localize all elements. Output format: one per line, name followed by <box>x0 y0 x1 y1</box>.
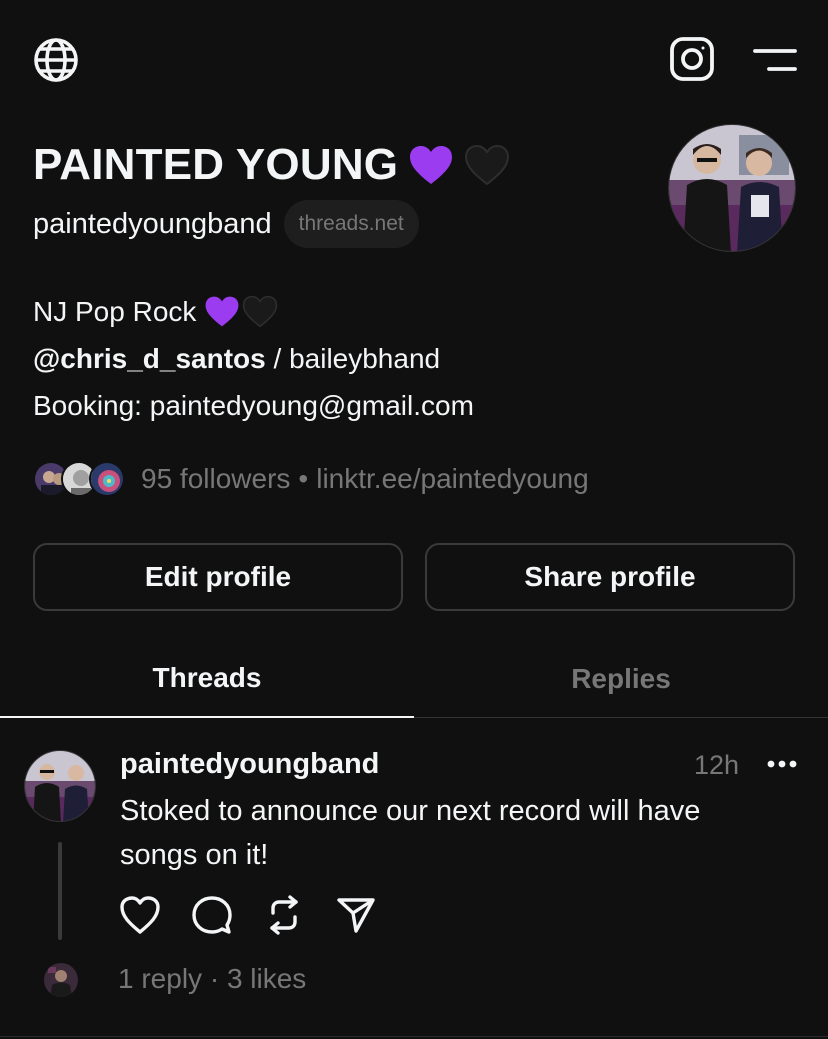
post-stats: 1 reply · 3 likes <box>118 963 306 995</box>
profile-avatar[interactable] <box>668 124 796 252</box>
bio: NJ Pop Rock @chris_d_santos / baileybhan… <box>33 288 474 429</box>
globe-icon[interactable] <box>32 36 80 84</box>
profile-name-text: PAINTED YOUNG <box>33 140 399 189</box>
profile-name: PAINTED YOUNG <box>33 140 510 190</box>
like-icon[interactable] <box>118 893 162 937</box>
reply-count[interactable]: 1 reply <box>118 963 202 994</box>
tab-threads[interactable]: Threads <box>0 640 414 718</box>
post-author-avatar[interactable] <box>24 750 96 822</box>
edit-profile-button[interactable]: Edit profile <box>33 543 403 611</box>
profile-link[interactable]: linktr.ee/paintedyoung <box>316 463 588 494</box>
black-heart-emoji <box>243 295 278 328</box>
followers-row[interactable]: 95 followers • linktr.ee/paintedyoung <box>33 458 589 500</box>
follower-avatar <box>89 461 125 497</box>
like-count[interactable]: 3 likes <box>227 963 306 994</box>
post-text: Stoked to announce our next record will … <box>120 795 701 871</box>
followers-separator: • <box>298 463 309 494</box>
menu-icon[interactable] <box>752 40 798 80</box>
post-actions <box>118 893 378 937</box>
share-icon[interactable] <box>334 893 378 937</box>
post-timestamp: 12h <box>694 750 740 780</box>
username-row: paintedyoungband threads.net <box>33 200 419 248</box>
more-options-icon[interactable] <box>762 748 802 780</box>
comment-icon[interactable] <box>190 893 234 937</box>
followers-text: 95 followers • linktr.ee/paintedyoung <box>141 463 589 495</box>
bio-booking: Booking: paintedyoung@gmail.com <box>33 390 474 421</box>
bio-tagline: NJ Pop Rock <box>33 296 197 327</box>
stats-separator: · <box>209 963 220 994</box>
thread-line <box>58 842 62 940</box>
tab-replies[interactable]: Replies <box>414 640 828 718</box>
divider <box>0 1036 828 1037</box>
followers-count[interactable]: 95 followers <box>141 463 290 494</box>
bio-line-2-rest: / baileybhand <box>265 343 441 374</box>
reply-avatar <box>44 963 78 997</box>
post-author-name[interactable]: paintedyoungband <box>120 748 379 781</box>
username: paintedyoungband <box>33 207 272 240</box>
share-profile-button[interactable]: Share profile <box>425 543 795 611</box>
purple-heart-emoji <box>410 146 453 184</box>
bio-line-2: @chris_d_santos / baileybhand <box>33 335 474 382</box>
purple-heart-emoji <box>205 296 239 327</box>
black-heart-emoji <box>465 144 510 186</box>
threads-domain-badge[interactable]: threads.net <box>283 200 419 248</box>
instagram-icon[interactable] <box>668 35 716 83</box>
bio-line-1: NJ Pop Rock <box>33 288 474 335</box>
bio-mention-link[interactable]: @chris_d_santos <box>33 343 266 374</box>
repost-icon[interactable] <box>262 893 306 937</box>
